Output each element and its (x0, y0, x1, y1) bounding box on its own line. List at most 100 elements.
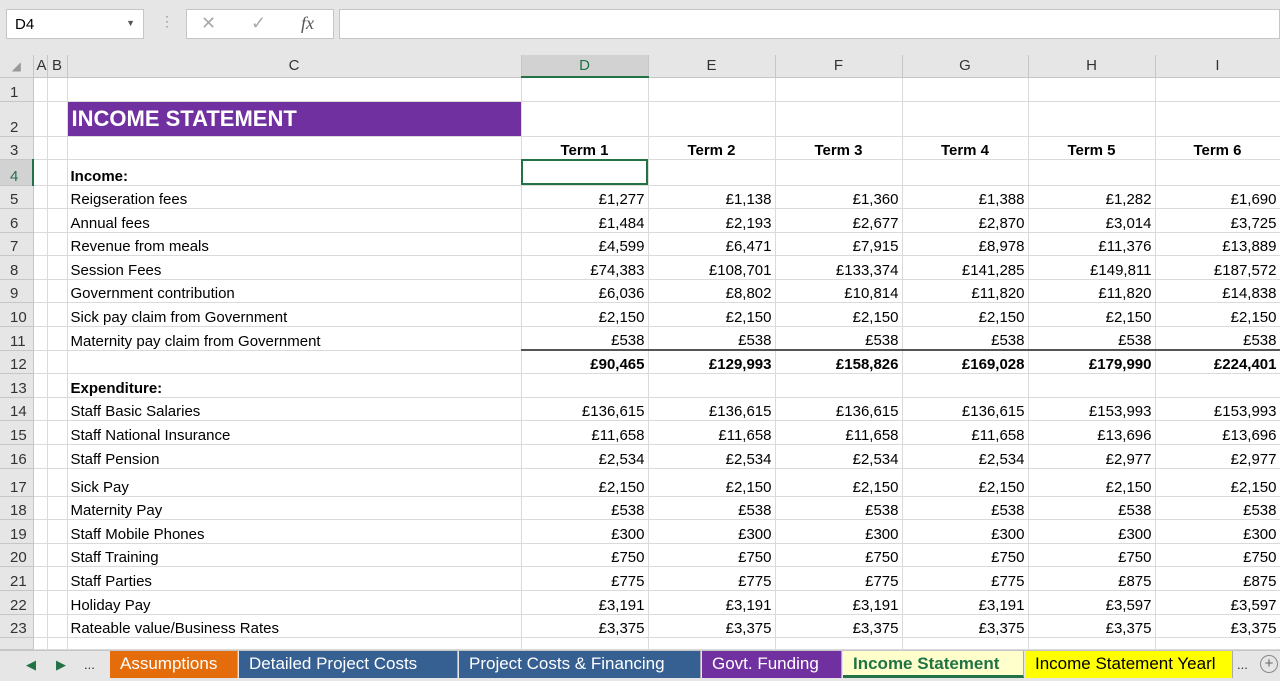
cell-B17[interactable] (47, 468, 68, 497)
term-header[interactable]: Term 5 (1028, 136, 1156, 160)
cell-D7[interactable]: £4,599 (521, 232, 649, 257)
row-header[interactable]: 13 (0, 373, 34, 398)
cell-F13[interactable] (775, 373, 903, 398)
cell-D20[interactable]: £750 (521, 543, 649, 568)
term-header[interactable]: Term 3 (775, 136, 903, 160)
cell-H15[interactable]: £13,696 (1028, 420, 1156, 446)
cell-H9[interactable]: £11,820 (1028, 279, 1156, 304)
cell-A1[interactable] (33, 77, 48, 102)
cell-A16[interactable] (33, 444, 48, 469)
cell-E21[interactable]: £775 (648, 566, 776, 591)
cell-C21[interactable]: Staff Parties (67, 566, 522, 591)
name-box[interactable]: D4 ▼ (6, 9, 144, 39)
row-header[interactable]: 18 (0, 496, 34, 521)
cell-F20[interactable]: £750 (775, 543, 903, 568)
cell-C14[interactable]: Staff Basic Salaries (67, 397, 522, 422)
cell-H11[interactable]: £538 (1028, 326, 1156, 351)
cell-G13[interactable] (902, 373, 1029, 398)
cell-F21[interactable]: £775 (775, 566, 903, 591)
cell-D17[interactable]: £2,150 (521, 468, 649, 497)
cell-E11[interactable]: £538 (648, 326, 776, 351)
cell-B19[interactable] (47, 519, 68, 544)
row-header[interactable]: 9 (0, 279, 34, 304)
cell-F18[interactable]: £538 (775, 496, 903, 521)
cell-H4[interactable] (1028, 159, 1156, 186)
cell-F1[interactable] (775, 77, 903, 102)
cell-B16[interactable] (47, 444, 68, 469)
cell-B21[interactable] (47, 566, 68, 591)
cell-B20[interactable] (47, 543, 68, 568)
column-header-G[interactable]: G (902, 55, 1029, 78)
row-header[interactable]: 17 (0, 468, 34, 497)
cell-I13[interactable] (1155, 373, 1280, 398)
cell-G20[interactable]: £750 (902, 543, 1029, 568)
cell-A13[interactable] (33, 373, 48, 398)
cell-I9[interactable]: £14,838 (1155, 279, 1280, 304)
row-header[interactable]: 8 (0, 255, 34, 280)
cell-B23[interactable] (47, 614, 68, 639)
cell-G12[interactable]: £169,028 (902, 349, 1029, 375)
cell-B12[interactable] (47, 350, 68, 375)
cell-I19[interactable]: £300 (1155, 519, 1280, 544)
cell-F2[interactable] (775, 101, 903, 137)
column-header-H[interactable]: H (1028, 55, 1156, 78)
scroll-right-icon[interactable]: ▶ (56, 657, 66, 673)
column-header-D[interactable]: D (521, 55, 649, 78)
cell-C6[interactable]: Annual fees (67, 208, 522, 233)
cell-G9[interactable]: £11,820 (902, 279, 1029, 304)
more-tabs-right[interactable]: ... (1237, 657, 1248, 672)
cell-A18[interactable] (33, 496, 48, 521)
cell-B18[interactable] (47, 496, 68, 521)
cell-G5[interactable]: £1,388 (902, 185, 1029, 210)
cell-F22[interactable]: £3,191 (775, 590, 903, 615)
row-header[interactable]: 15 (0, 420, 34, 446)
cell-A9[interactable] (33, 279, 48, 304)
cell-I1[interactable] (1155, 77, 1280, 102)
row-header[interactable]: 16 (0, 444, 34, 469)
row-header[interactable]: 20 (0, 543, 34, 568)
cell-E17[interactable]: £2,150 (648, 468, 776, 497)
cell-row-24[interactable] (521, 637, 649, 651)
column-header-C[interactable]: C (67, 55, 522, 78)
cell-E15[interactable]: £11,658 (648, 420, 776, 446)
cell-G8[interactable]: £141,285 (902, 255, 1029, 280)
cell-E18[interactable]: £538 (648, 496, 776, 521)
cell-B13[interactable] (47, 373, 68, 398)
term-header[interactable]: Term 2 (648, 136, 776, 160)
sheet-tab-income-statement-yearl[interactable]: Income Statement Yearl (1025, 651, 1233, 678)
cell-H10[interactable]: £2,150 (1028, 302, 1156, 328)
cell-A11[interactable] (33, 326, 48, 351)
scroll-left-icon[interactable]: ◀ (26, 657, 36, 673)
cell-E8[interactable]: £108,701 (648, 255, 776, 280)
cell-F7[interactable]: £7,915 (775, 232, 903, 257)
cell-D9[interactable]: £6,036 (521, 279, 649, 304)
cell-C4[interactable]: Income: (67, 159, 522, 186)
cell-row-24[interactable] (1155, 637, 1280, 651)
cell-I8[interactable]: £187,572 (1155, 255, 1280, 280)
cell-E20[interactable]: £750 (648, 543, 776, 568)
cell-row-24[interactable] (67, 637, 522, 651)
cell-B14[interactable] (47, 397, 68, 422)
cell-H2[interactable] (1028, 101, 1156, 137)
cell-G16[interactable]: £2,534 (902, 444, 1029, 469)
cell-C20[interactable]: Staff Training (67, 543, 522, 568)
cell-D11[interactable]: £538 (521, 326, 649, 351)
row-header[interactable]: 21 (0, 566, 34, 591)
cell-H16[interactable]: £2,977 (1028, 444, 1156, 469)
cell-I22[interactable]: £3,597 (1155, 590, 1280, 615)
cell-F5[interactable]: £1,360 (775, 185, 903, 210)
cell-G10[interactable]: £2,150 (902, 302, 1029, 328)
cell-E12[interactable]: £129,993 (648, 349, 776, 375)
column-header-F[interactable]: F (775, 55, 903, 78)
term-header[interactable]: Term 4 (902, 136, 1029, 160)
cell-I12[interactable]: £224,401 (1155, 349, 1280, 375)
cell-C8[interactable]: Session Fees (67, 255, 522, 280)
sheet-tab-detailed-project-costs[interactable]: Detailed Project Costs (239, 651, 458, 678)
cell-I17[interactable]: £2,150 (1155, 468, 1280, 497)
cell-E9[interactable]: £8,802 (648, 279, 776, 304)
cell-H13[interactable] (1028, 373, 1156, 398)
cell-I4[interactable] (1155, 159, 1280, 186)
cell-F11[interactable]: £538 (775, 326, 903, 351)
chevron-down-icon[interactable]: ▼ (126, 18, 135, 28)
cell-E5[interactable]: £1,138 (648, 185, 776, 210)
